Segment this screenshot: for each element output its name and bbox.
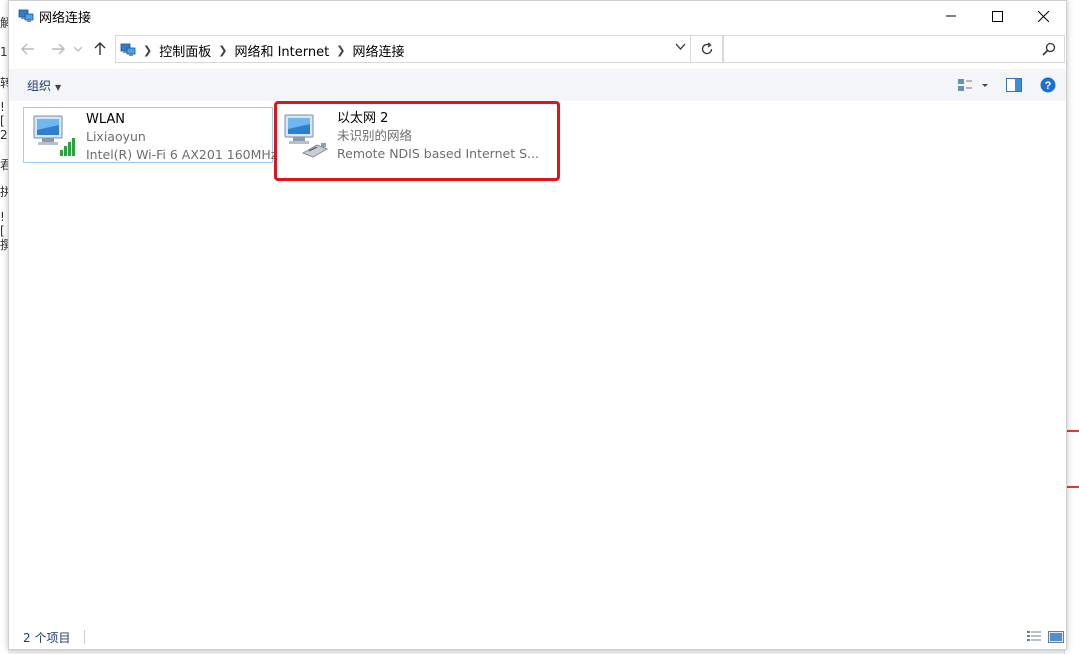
network-connections-window: 网络连接 ❯ 控制面板 ❯ 网络和 Internet ❯ 网络连接 组织 ▼ ?… bbox=[8, 0, 1067, 650]
breadcrumb-control-panel[interactable]: 控制面板 bbox=[159, 41, 211, 60]
window-title: 网络连接 bbox=[39, 11, 92, 26]
network-connections-icon bbox=[120, 43, 136, 56]
address-history-button[interactable] bbox=[675, 40, 686, 54]
arrow-up-icon bbox=[94, 42, 106, 55]
svg-text:?: ? bbox=[1045, 80, 1052, 92]
background-window-left: 解 1 转 ![ 2 君 拼 ![ 撰 bbox=[0, 0, 8, 654]
breadcrumb-network-connections[interactable]: 网络连接 bbox=[352, 41, 404, 60]
connections-list: WLAN Lixiaoyun Intel(R) Wi-Fi 6 AX201 16… bbox=[9, 101, 1066, 627]
network-connections-icon bbox=[18, 9, 34, 22]
chevron-right-icon[interactable]: ❯ bbox=[143, 44, 152, 57]
item-count: 2 个项目 bbox=[23, 631, 71, 645]
recent-locations-button[interactable] bbox=[71, 37, 85, 61]
arrow-left-icon bbox=[21, 43, 34, 55]
preview-pane-icon bbox=[1006, 78, 1022, 92]
connection-item-wlan[interactable]: WLAN Lixiaoyun Intel(R) Wi-Fi 6 AX201 16… bbox=[23, 107, 277, 163]
maximize-button[interactable] bbox=[974, 1, 1020, 31]
chevron-right-icon[interactable]: ❯ bbox=[336, 44, 345, 57]
details-view-icon[interactable] bbox=[1026, 630, 1042, 644]
up-button[interactable] bbox=[89, 37, 111, 61]
red-highlight-annotation bbox=[274, 101, 560, 181]
chevron-down-icon bbox=[675, 43, 686, 50]
chevron-down-icon bbox=[74, 46, 82, 52]
status-bar: 2 个项目 bbox=[9, 625, 1066, 649]
connection-network: Lixiaoyun bbox=[86, 129, 146, 144]
close-button[interactable] bbox=[1020, 1, 1066, 31]
maximize-icon bbox=[991, 10, 1003, 22]
preview-pane-button[interactable] bbox=[1006, 75, 1024, 95]
breadcrumb-network-internet[interactable]: 网络和 Internet bbox=[234, 41, 329, 60]
title-bar: 网络连接 bbox=[9, 1, 1066, 31]
minimize-icon bbox=[946, 15, 956, 17]
breadcrumb: ❯ 控制面板 ❯ 网络和 Internet ❯ 网络连接 bbox=[140, 41, 404, 60]
caret-down-icon: ▼ bbox=[55, 83, 62, 92]
close-icon bbox=[1037, 10, 1049, 22]
forward-button[interactable] bbox=[47, 37, 69, 61]
chevron-right-icon[interactable]: ❯ bbox=[218, 44, 227, 57]
connection-name: WLAN bbox=[86, 112, 126, 127]
help-button[interactable]: ? bbox=[1040, 75, 1058, 95]
help-icon: ? bbox=[1040, 77, 1056, 93]
minimize-button[interactable] bbox=[928, 1, 974, 31]
back-button[interactable] bbox=[17, 37, 39, 61]
change-view-icon bbox=[958, 79, 988, 91]
search-icon[interactable] bbox=[1042, 42, 1056, 56]
status-divider bbox=[84, 630, 85, 644]
search-box[interactable] bbox=[723, 35, 1065, 63]
refresh-icon bbox=[701, 42, 712, 55]
address-bar[interactable]: ❯ 控制面板 ❯ 网络和 Internet ❯ 网络连接 bbox=[115, 35, 723, 63]
organize-label: 组织 bbox=[27, 79, 52, 93]
wifi-adapter-icon bbox=[30, 110, 82, 162]
navigation-bar: ❯ 控制面板 ❯ 网络和 Internet ❯ 网络连接 bbox=[9, 33, 1066, 67]
refresh-button[interactable] bbox=[690, 36, 722, 62]
connection-device: Intel(R) Wi-Fi 6 AX201 160MHz bbox=[86, 147, 278, 162]
change-view-button[interactable] bbox=[956, 75, 992, 95]
arrow-right-icon bbox=[52, 43, 65, 55]
large-icons-view-icon[interactable] bbox=[1048, 630, 1064, 644]
command-bar: 组织 ▼ ? bbox=[9, 69, 1066, 101]
organize-menu[interactable]: 组织 ▼ bbox=[27, 77, 61, 94]
